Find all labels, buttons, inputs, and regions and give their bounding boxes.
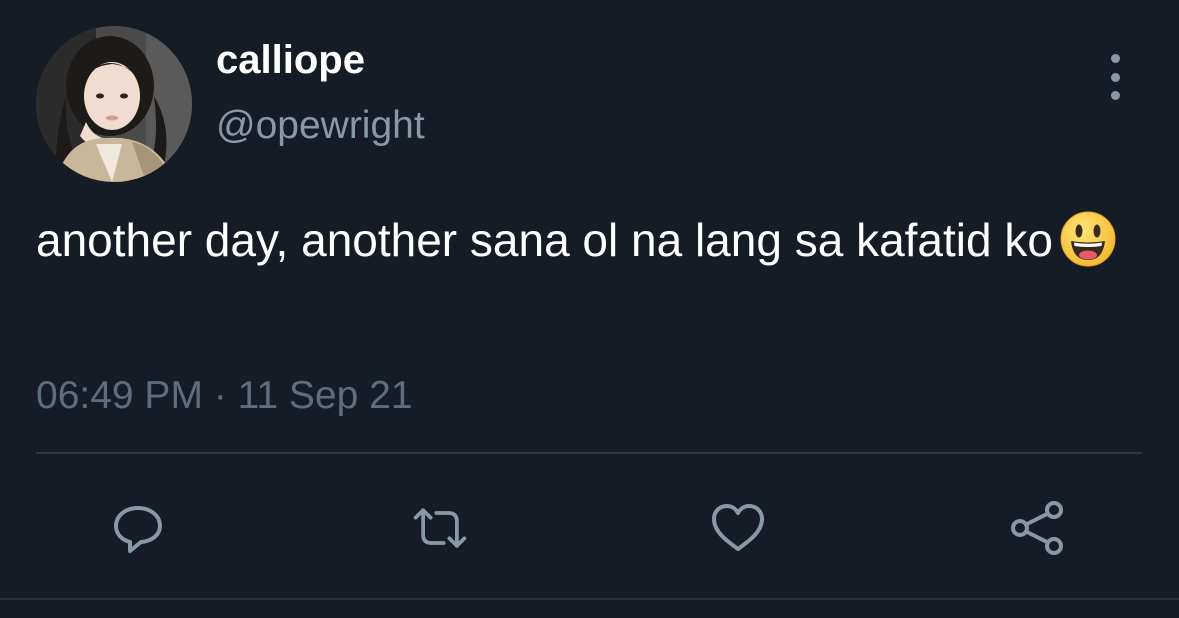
tweet-card: calliope @opewright another day, another…	[0, 0, 1179, 618]
retweet-button[interactable]	[410, 498, 470, 558]
heart-icon	[712, 504, 764, 551]
like-button[interactable]	[708, 498, 768, 558]
more-options-icon[interactable]	[1098, 54, 1132, 100]
display-name[interactable]: calliope	[216, 38, 365, 83]
divider	[36, 452, 1142, 454]
divider	[0, 598, 1179, 600]
tweet-timestamp[interactable]: 06:49 PM · 11 Sep 21	[36, 374, 413, 418]
user-handle[interactable]: @opewright	[216, 104, 425, 148]
more-dot	[1110, 54, 1120, 63]
avatar[interactable]	[36, 26, 192, 182]
avatar-image	[36, 26, 192, 182]
more-dot	[1110, 72, 1120, 82]
tweet-text: another day, another sana ol na lang sa …	[36, 210, 1136, 281]
share-icon	[1011, 501, 1063, 555]
share-button[interactable]	[1008, 498, 1068, 558]
grinning-face-emoji	[1059, 210, 1117, 281]
reply-icon	[114, 506, 162, 553]
tweet-text-content: another day, another sana ol na lang sa …	[36, 214, 1053, 266]
reply-button[interactable]	[108, 498, 168, 558]
retweet-icon	[413, 508, 467, 548]
more-dot	[1110, 91, 1120, 100]
